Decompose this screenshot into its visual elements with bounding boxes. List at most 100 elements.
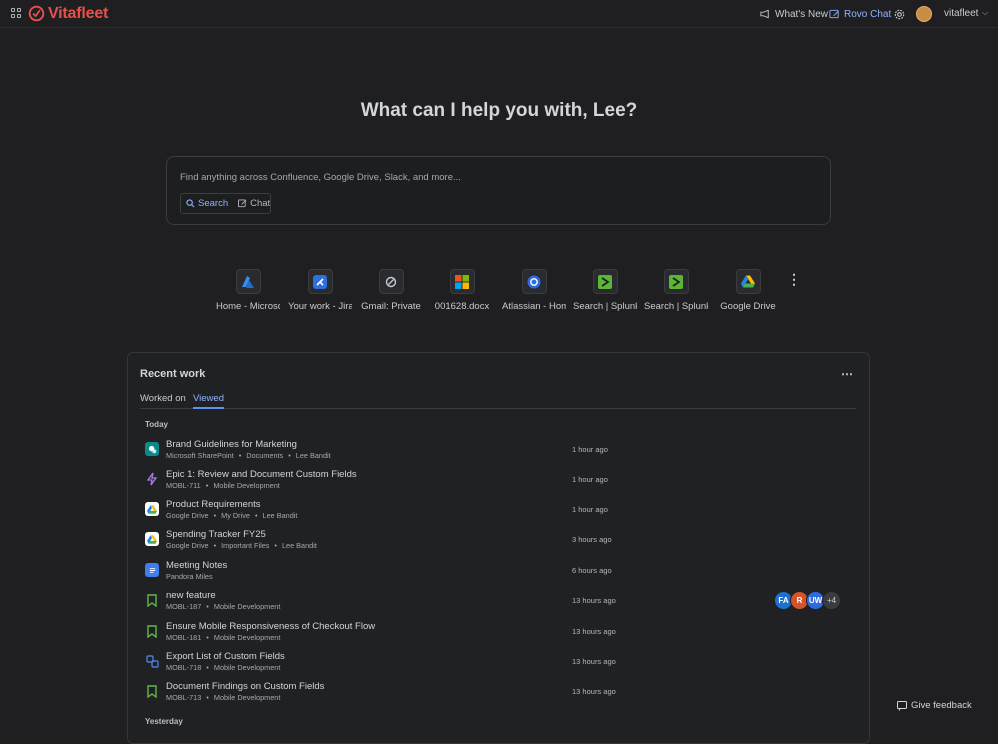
google-drive-icon (145, 502, 159, 516)
mode-toggle: Search Chat (180, 193, 271, 214)
whats-new-label: What's New (775, 8, 829, 20)
chat-edit-icon (238, 199, 247, 208)
item-meta: Google Drive • My Drive • Lee Bandit (166, 511, 298, 520)
subtask-icon (145, 654, 159, 668)
chat-mode-label: Chat (250, 198, 271, 209)
list-item[interactable]: Brand Guidelines for Marketing Microsoft… (140, 437, 856, 465)
app-shortcut-splunk-2[interactable]: Search | Splunk (644, 269, 708, 312)
item-title: Product Requirements (166, 499, 261, 510)
panel-more-button[interactable]: ⋯ (841, 367, 854, 381)
top-navigation-bar: Vitafleet What's New Rovo Chat vitafleet… (0, 0, 998, 28)
list-item[interactable]: Document Findings on Custom Fields MOBL-… (140, 679, 856, 707)
list-item[interactable]: Meeting Notes Pandora Miles 6 hours ago (140, 558, 856, 586)
google-docs-icon (145, 563, 159, 577)
page-title: What can I help you with, Lee? (360, 100, 638, 121)
item-title: Spending Tracker FY25 (166, 529, 266, 540)
item-time: 1 hour ago (572, 475, 608, 484)
item-time: 13 hours ago (572, 627, 616, 636)
whats-new-button[interactable]: What's New (760, 6, 828, 22)
app-label: Your work - Jira (288, 301, 352, 312)
list-item[interactable]: new feature MOBL-187 • Mobile Development … (140, 588, 856, 616)
recent-tabs: Worked on Viewed (140, 393, 856, 409)
item-meta: MOBL-713 • Mobile Development (166, 693, 281, 702)
search-input[interactable]: Find anything across Confluence, Google … (180, 172, 461, 183)
story-icon (145, 593, 159, 607)
chevron-down-icon[interactable]: ⌵ (982, 8, 988, 18)
settings-button[interactable] (894, 6, 905, 22)
app-label: Search | Splunk (573, 301, 637, 312)
google-drive-icon (741, 275, 755, 288)
item-title: Export List of Custom Fields (166, 651, 285, 662)
splunk-icon (598, 274, 612, 289)
item-time: 1 hour ago (572, 505, 608, 514)
rovo-chat-label: Rovo Chat (844, 8, 892, 20)
item-title: Brand Guidelines for Marketing (166, 439, 297, 450)
logo-text: Vitafleet (48, 4, 109, 22)
collaborator-avatars[interactable]: FA R UW +4 (774, 591, 841, 611)
app-shortcuts: Home - Microsoft Your work - Jira Gmail:… (216, 269, 816, 319)
azure-icon (242, 275, 254, 288)
atlassian-icon (527, 275, 541, 288)
sharepoint-icon (145, 442, 159, 456)
search-mode-label: Search (198, 198, 229, 209)
search-icon (186, 199, 195, 208)
megaphone-icon (760, 9, 769, 19)
item-title: Ensure Mobile Responsiveness of Checkout… (166, 621, 376, 632)
app-label: Atlassian - Home (502, 301, 566, 312)
app-label: 001628.docx (434, 301, 490, 312)
item-title: new feature (166, 590, 216, 601)
item-meta: MOBL-718 • Mobile Development (166, 663, 281, 672)
epic-icon (145, 472, 159, 486)
item-time: 3 hours ago (572, 535, 612, 544)
list-item[interactable]: Ensure Mobile Responsiveness of Checkout… (140, 619, 856, 647)
item-meta: Google Drive • Important Files • Lee Bandit (166, 541, 317, 550)
item-meta: Pandora Miles (166, 572, 213, 581)
app-shortcut-gmail[interactable]: Gmail: Private (359, 269, 423, 312)
logo[interactable]: Vitafleet (28, 4, 108, 23)
search-mode-button[interactable]: Search (181, 194, 233, 213)
app-shortcut-jira[interactable]: Your work - Jira (288, 269, 352, 312)
app-shortcut-google-drive[interactable]: Google Drive (716, 269, 780, 312)
user-avatar[interactable] (916, 6, 932, 22)
jira-icon (313, 274, 327, 289)
chat-edit-icon (829, 9, 839, 19)
item-meta: MOBL-711 • Mobile Development (166, 481, 280, 490)
tab-viewed[interactable]: Viewed (193, 393, 224, 409)
list-item[interactable]: Spending Tracker FY25 Google Drive • Impor… (140, 527, 856, 555)
item-meta: MOBL-181 • Mobile Development (166, 633, 281, 642)
group-heading-today: Today (145, 420, 168, 429)
item-time: 1 hour ago (572, 445, 608, 454)
gear-icon (894, 9, 905, 19)
app-shortcut-docx[interactable]: 001628.docx (430, 269, 494, 312)
list-item[interactable]: Epic 1: Review and Document Custom Field… (140, 467, 856, 495)
app-label: Home - Microsoft (216, 301, 280, 312)
feedback-icon (897, 700, 907, 711)
app-switcher-icon[interactable] (11, 8, 21, 18)
app-label: Search | Splunk (644, 301, 708, 312)
more-apps-button[interactable]: ⋮ (787, 271, 801, 288)
list-item[interactable]: Export List of Custom Fields MOBL-718 • Mo… (140, 649, 856, 677)
app-shortcut-splunk[interactable]: Search | Splunk (573, 269, 637, 312)
gmail-icon (385, 276, 397, 287)
story-icon (145, 624, 159, 638)
app-label: Gmail: Private (361, 301, 421, 312)
user-name[interactable]: vitafleet (944, 8, 978, 19)
give-feedback-label: Give feedback (911, 700, 972, 711)
recent-work-title: Recent work (140, 368, 206, 380)
splunk-icon (669, 274, 683, 289)
app-shortcut-microsoft-home[interactable]: Home - Microsoft (216, 269, 280, 312)
item-meta: Microsoft SharePoint • Documents • Lee Bandi… (166, 451, 331, 460)
item-time: 6 hours ago (572, 566, 612, 575)
rovo-chat-button[interactable]: Rovo Chat (829, 6, 891, 22)
app-shortcut-atlassian[interactable]: Atlassian - Home (502, 269, 566, 312)
item-time: 13 hours ago (572, 687, 616, 696)
app-label: Google Drive (720, 301, 776, 312)
recent-work-panel: Recent work ⋯ Worked on Viewed Today Bra… (127, 352, 870, 744)
give-feedback-button[interactable]: Give feedback (897, 700, 972, 711)
list-item[interactable]: Product Requirements Google Drive • My Dri… (140, 497, 856, 525)
chat-mode-button[interactable]: Chat (233, 194, 275, 213)
item-title: Meeting Notes (166, 560, 228, 571)
tab-worked-on[interactable]: Worked on (140, 393, 186, 407)
item-title: Document Findings on Custom Fields (166, 681, 325, 692)
item-meta: MOBL-187 • Mobile Development (166, 602, 281, 611)
